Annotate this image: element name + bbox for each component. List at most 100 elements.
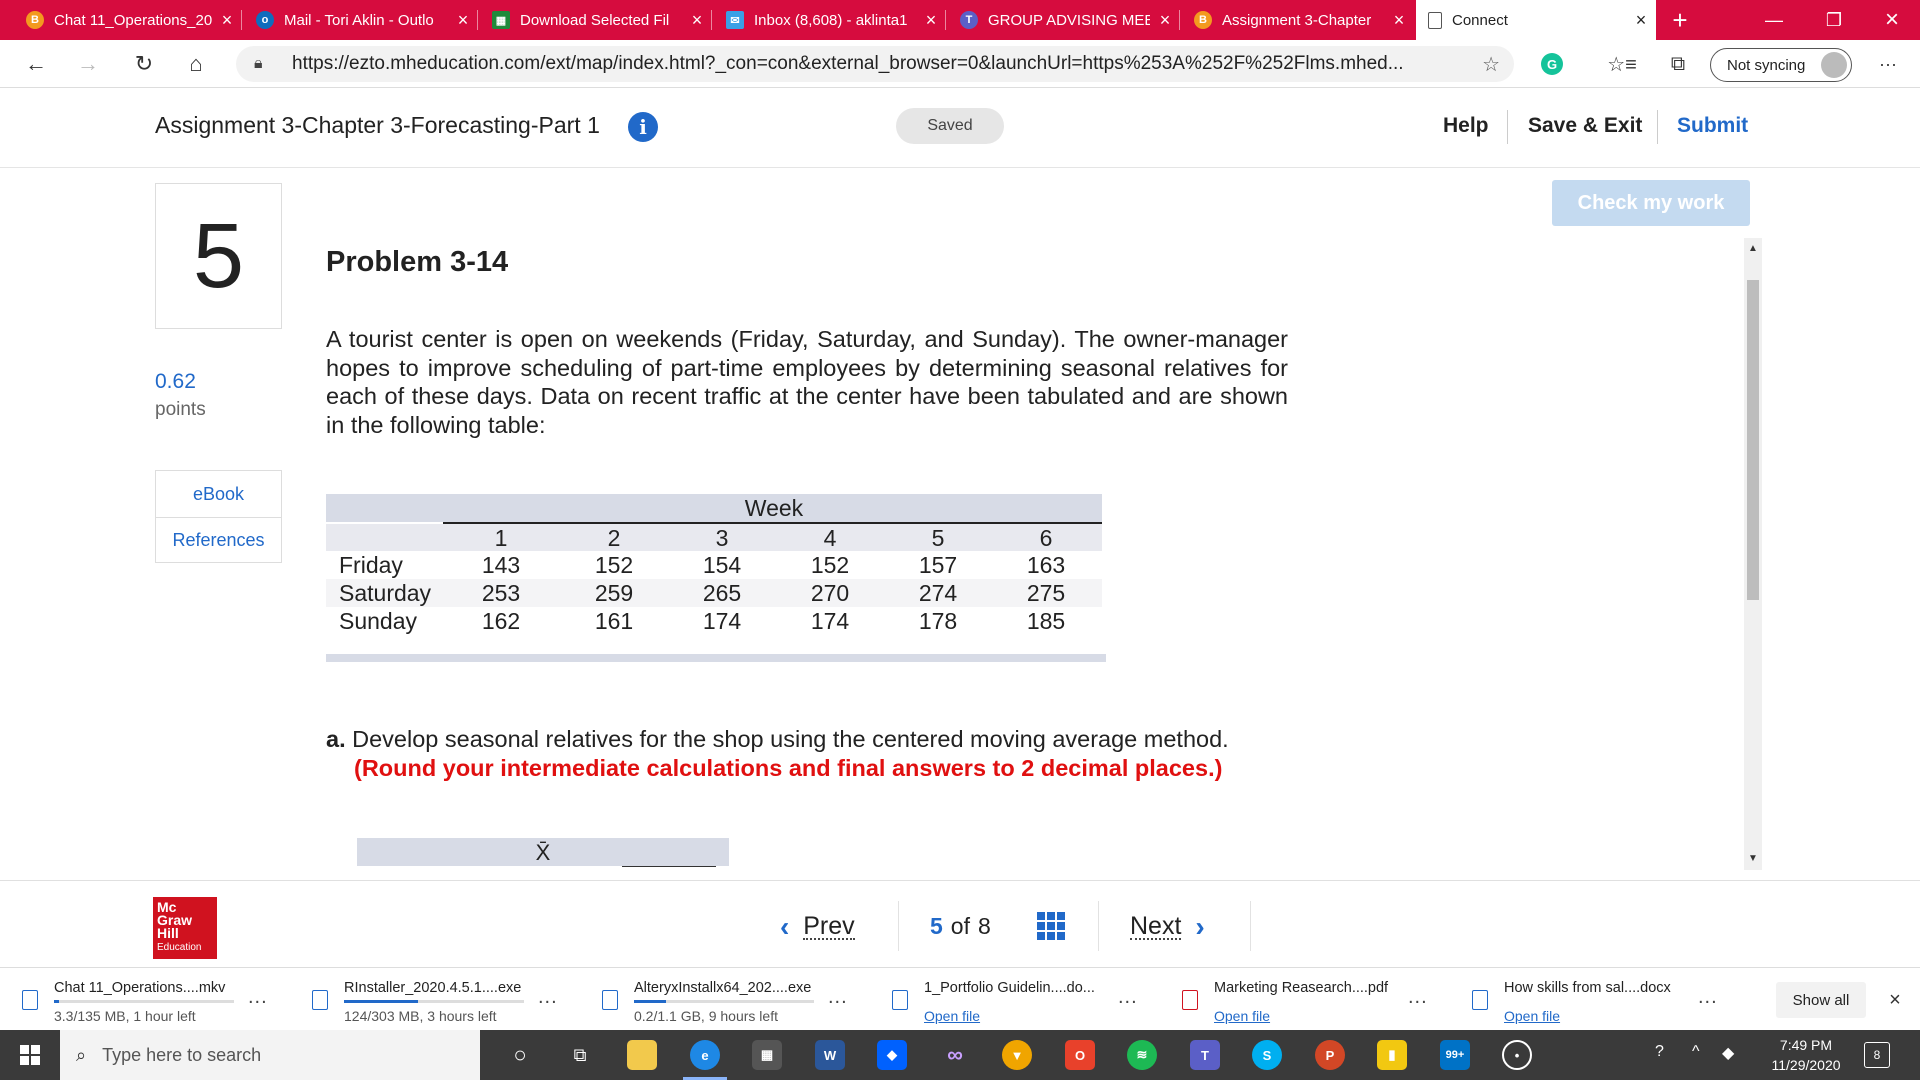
browser-tab[interactable]: B Chat 11_Operations_20 × (14, 0, 242, 40)
file-explorer-icon[interactable] (627, 1040, 657, 1070)
downloads-bar: Chat 11_Operations....mkv 3.3/135 MB, 1 … (0, 967, 1920, 1030)
browser-tab-active[interactable]: Connect × (1416, 0, 1656, 40)
browser-tab[interactable]: ✉ Inbox (8,608) - aklinta1 × (714, 0, 946, 40)
browser-tab[interactable]: o Mail - Tori Aklin - Outlo × (244, 0, 478, 40)
favorites-list-icon[interactable]: ☆≡ (1604, 48, 1640, 80)
browser-tab[interactable]: ▦ Download Selected Fil × (480, 0, 712, 40)
infinity-icon[interactable]: ∞ (940, 1040, 970, 1070)
check-my-work-button[interactable]: Check my work (1552, 180, 1750, 226)
save-exit-button[interactable]: Save & Exit (1528, 114, 1642, 138)
minimize-icon[interactable]: — (1744, 0, 1804, 40)
next-button[interactable]: Next › (1130, 911, 1205, 943)
favorite-star-icon[interactable]: ☆ (1482, 52, 1500, 77)
b-icon: B (26, 11, 44, 29)
mail-icon[interactable]: 99+ (1440, 1040, 1470, 1070)
more-options-icon[interactable]: ... (1698, 986, 1718, 1009)
more-options-icon[interactable]: ... (1408, 986, 1428, 1009)
table-cell: 154 (702, 552, 742, 578)
shield-icon[interactable]: ▼ (1002, 1040, 1032, 1070)
close-window-icon[interactable]: × (1862, 0, 1920, 40)
chevron-up-icon[interactable]: ^ (1692, 1043, 1700, 1061)
skype-icon[interactable]: S (1252, 1040, 1282, 1070)
prev-button[interactable]: ‹ Prev (780, 911, 855, 943)
new-tab-button[interactable]: + (1650, 0, 1710, 40)
home-icon[interactable]: ⌂ (178, 48, 214, 80)
system-clock[interactable]: 7:49 PM 11/29/2020 (1760, 1035, 1852, 1075)
table-cell: 162 (481, 608, 521, 634)
word-icon[interactable]: W (815, 1040, 845, 1070)
office-icon[interactable]: O (1065, 1040, 1095, 1070)
download-item[interactable]: How skills from sal....docx Open file ..… (1450, 968, 1740, 1031)
week-column-header: 5 (931, 525, 945, 551)
cortana-icon[interactable]: ○ (505, 1040, 535, 1070)
download-item[interactable]: Chat 11_Operations....mkv 3.3/135 MB, 1 … (0, 968, 290, 1031)
scroll-down-icon[interactable]: ▼ (1744, 853, 1762, 864)
page-indicator: 5 of 8 (930, 913, 991, 940)
download-item[interactable]: Marketing Reasearch....pdf Open file ... (1160, 968, 1450, 1031)
close-tab-icon[interactable]: × (448, 10, 478, 31)
help-button[interactable]: Help (1443, 114, 1489, 138)
footer-divider (1098, 901, 1099, 951)
week-column-header: 2 (607, 525, 621, 551)
close-tab-icon[interactable]: × (1384, 10, 1414, 31)
more-options-icon[interactable]: ... (828, 986, 848, 1009)
forward-icon[interactable]: → (70, 48, 106, 80)
more-options-icon[interactable]: ... (1118, 986, 1138, 1009)
download-name: Marketing Reasearch....pdf (1214, 980, 1389, 996)
open-file-link[interactable]: Open file (1214, 1008, 1270, 1024)
address-bar[interactable]: 🔒︎ https://ezto.mheducation.com/ext/map/… (236, 46, 1514, 82)
open-file-link[interactable]: Open file (1504, 1008, 1560, 1024)
dropbox-tray-icon[interactable]: ◆ (1722, 1043, 1734, 1063)
more-options-icon[interactable]: ··· (1870, 48, 1906, 80)
notification-center-icon[interactable]: 8 (1864, 1042, 1890, 1068)
start-button[interactable] (0, 1030, 60, 1080)
close-tab-icon[interactable]: × (212, 10, 242, 31)
more-options-icon[interactable]: ... (248, 986, 268, 1009)
sync-button[interactable]: Not syncing (1710, 48, 1852, 82)
refresh-icon[interactable]: ↻ (126, 48, 162, 80)
scroll-up-icon[interactable]: ▲ (1744, 243, 1762, 254)
store-icon[interactable]: ▦ (752, 1040, 782, 1070)
taskbar-search-input[interactable]: ⌕ Type here to search (60, 1030, 480, 1080)
power-bi-icon[interactable]: ▮ (1377, 1040, 1407, 1070)
table-cell: 174 (810, 608, 850, 634)
problem-title: Problem 3-14 (326, 246, 509, 278)
browser-tab[interactable]: T GROUP ADVISING MEE × (948, 0, 1180, 40)
table-cell: 174 (702, 608, 742, 634)
media-icon[interactable]: • (1502, 1040, 1532, 1070)
references-link[interactable]: References (156, 517, 281, 563)
info-icon[interactable]: i (628, 112, 658, 142)
file-icon (602, 990, 618, 1010)
close-tab-icon[interactable]: × (682, 10, 712, 31)
download-item[interactable]: RInstaller_2020.4.5.1....exe 124/303 MB,… (290, 968, 580, 1031)
collections-icon[interactable]: ⧉ (1660, 48, 1696, 80)
restore-icon[interactable]: ❐ (1804, 0, 1864, 40)
help-icon[interactable]: ? (1655, 1043, 1664, 1061)
teams-icon[interactable]: T (1190, 1040, 1220, 1070)
table-cell: 265 (702, 580, 742, 606)
more-options-icon[interactable]: ... (538, 986, 558, 1009)
close-tab-icon[interactable]: × (916, 10, 946, 31)
ebook-link[interactable]: eBook (156, 471, 281, 517)
task-view-icon[interactable]: ⧉ (565, 1040, 595, 1070)
close-tab-icon[interactable]: × (1150, 10, 1180, 31)
answer-input-top[interactable] (622, 866, 716, 870)
edge-icon[interactable]: e (690, 1040, 720, 1070)
scrollbar-thumb[interactable] (1747, 280, 1759, 600)
grammarly-icon[interactable]: G (1534, 48, 1570, 80)
open-file-link[interactable]: Open file (924, 1008, 980, 1024)
submit-button[interactable]: Submit (1677, 114, 1748, 138)
next-label: Next (1130, 912, 1182, 940)
download-item[interactable]: 1_Portfolio Guidelin....do... Open file … (870, 968, 1160, 1031)
dropbox-icon[interactable]: ◆ (877, 1040, 907, 1070)
powerpoint-icon[interactable]: P (1315, 1040, 1345, 1070)
close-downloads-icon[interactable]: × (1880, 982, 1910, 1018)
download-item[interactable]: AlteryxInstallx64_202....exe 0.2/1.1 GB,… (580, 968, 870, 1031)
show-all-button[interactable]: Show all (1776, 982, 1866, 1018)
question-grid-icon[interactable] (1037, 912, 1065, 940)
of-label: of (950, 913, 970, 939)
back-icon[interactable]: ← (18, 48, 54, 80)
browser-tab[interactable]: B Assignment 3-Chapter × (1182, 0, 1414, 40)
spotify-icon[interactable]: ≋ (1127, 1040, 1157, 1070)
browser-tab-title: Inbox (8,608) - aklinta1 (754, 11, 908, 29)
